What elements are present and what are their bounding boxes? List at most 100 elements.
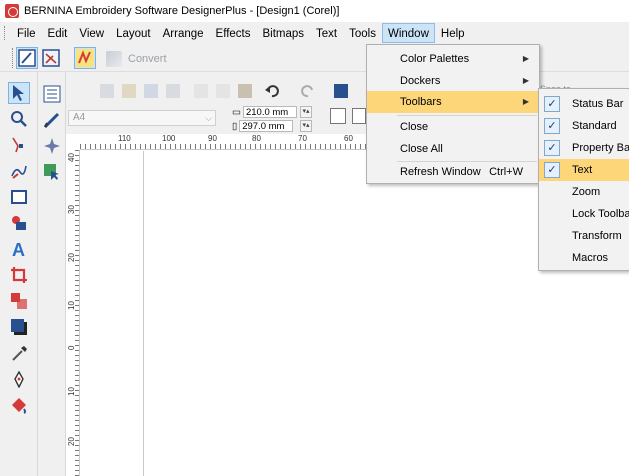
text-tool[interactable]: A: [8, 238, 30, 260]
menu-file[interactable]: File: [11, 23, 42, 43]
freehand-tool[interactable]: [8, 160, 30, 182]
menu-layout[interactable]: Layout: [110, 23, 157, 43]
chevron-down-icon: ⌵: [205, 113, 212, 123]
select-fill-tool[interactable]: [42, 162, 62, 182]
menu-item-close[interactable]: Close: [367, 116, 539, 138]
menu-item-label: Dockers: [400, 75, 441, 87]
sparkle-needle-icon: [44, 138, 60, 154]
portrait-button[interactable]: [330, 108, 346, 124]
menu-arrange[interactable]: Arrange: [157, 23, 210, 43]
copy-icon[interactable]: [216, 84, 230, 98]
pencil-tool[interactable]: [42, 110, 62, 130]
submenu-item-label: Property Bar: [572, 142, 629, 154]
toolbar-item-property-bar[interactable]: ✓ Property Bar: [539, 137, 629, 159]
width-icon: ▭: [232, 107, 241, 118]
menu-item-refresh-window[interactable]: Refresh Window Ctrl+W: [367, 161, 539, 183]
menu-bitmaps[interactable]: Bitmaps: [256, 23, 310, 43]
checkmark-icon: ✓: [544, 140, 560, 156]
import-icon[interactable]: [334, 84, 348, 98]
checkmark-icon: ✓: [544, 96, 560, 112]
menu-item-dockers[interactable]: Dockers ▶: [367, 70, 539, 92]
pick-tool[interactable]: [8, 82, 30, 104]
eyedropper-icon: [12, 346, 27, 361]
menu-tools[interactable]: Tools: [343, 23, 382, 43]
menu-edit[interactable]: Edit: [42, 23, 74, 43]
convert-label: Convert: [128, 53, 167, 65]
toolbar-item-standard[interactable]: ✓ Standard: [539, 115, 629, 137]
submenu-item-label: Lock Toolbars: [572, 208, 629, 220]
fill-tool[interactable]: [8, 394, 30, 416]
cut-icon[interactable]: [194, 84, 208, 98]
page-border: [143, 151, 144, 476]
crop-tool[interactable]: [8, 264, 30, 286]
menu-bar: File Edit View Layout Arrange Effects Bi…: [0, 22, 629, 44]
crop-icon: [11, 267, 27, 283]
print-icon[interactable]: [166, 84, 180, 98]
save-icon[interactable]: [144, 84, 158, 98]
menu-text[interactable]: Text: [310, 23, 343, 43]
ruler-label: 70: [298, 134, 307, 143]
embroidery-mode-button[interactable]: [40, 47, 62, 69]
toolbar-item-zoom[interactable]: Zoom: [539, 181, 629, 203]
ruler-label: 90: [208, 134, 217, 143]
fill-select-icon: [44, 164, 59, 180]
svg-text:A: A: [12, 240, 25, 258]
toolbar-item-text[interactable]: ✓ Text: [539, 159, 629, 181]
artwork-mode-button[interactable]: [16, 47, 38, 69]
stitch-mode-button[interactable]: [74, 47, 96, 69]
paper-size-select[interactable]: A4 ⌵: [68, 110, 216, 126]
submenu-item-label: Text: [572, 164, 593, 176]
stitch-zigzag-icon: [76, 49, 94, 67]
stitch-effect-tool[interactable]: [42, 136, 62, 156]
undo-icon[interactable]: [264, 84, 279, 98]
toolbar-item-status-bar[interactable]: ✓ Status Bar: [539, 93, 629, 115]
open-icon[interactable]: [122, 84, 136, 98]
height-spinner[interactable]: ▾▴: [300, 120, 312, 132]
ruler-label: 100: [162, 134, 176, 143]
ruler-label: 60: [344, 134, 353, 143]
paste-icon[interactable]: [238, 84, 252, 98]
new-icon[interactable]: [100, 84, 114, 98]
window-title: BERNINA Embroidery Software DesignerPlus…: [24, 5, 340, 17]
menu-item-label: Toolbars: [400, 96, 442, 108]
convert-button[interactable]: Convert: [106, 49, 167, 69]
checkmark-icon: ✓: [544, 162, 560, 178]
toolbar-item-transform[interactable]: Transform: [539, 225, 629, 247]
grid-select-icon: [43, 85, 61, 103]
paint-bucket-icon: [12, 398, 26, 414]
menu-help[interactable]: Help: [435, 23, 471, 43]
menu-item-close-all[interactable]: Close All: [367, 138, 539, 160]
menu-shortcut: Ctrl+W: [489, 166, 523, 178]
menu-window[interactable]: Window: [381, 23, 435, 43]
toolbar-item-lock-toolbars[interactable]: Lock Toolbars: [539, 203, 629, 225]
window-menu-dropdown: Color Palettes ▶ Dockers ▶ Toolbars ▶ Cl…: [366, 44, 540, 184]
zoom-tool[interactable]: [8, 108, 30, 130]
landscape-button[interactable]: [352, 108, 366, 124]
menu-item-label: Close: [400, 121, 429, 133]
page-height-input[interactable]: 297.0 mm: [239, 120, 294, 132]
menu-effects[interactable]: Effects: [210, 23, 257, 43]
page-width-field[interactable]: ▭ 210.0 mm: [232, 106, 297, 118]
menu-item-toolbars[interactable]: Toolbars ▶: [367, 91, 539, 113]
outline-tool[interactable]: [8, 368, 30, 390]
redo-icon[interactable]: [300, 84, 314, 98]
menubar-grip: [4, 26, 7, 40]
menu-view[interactable]: View: [73, 23, 110, 43]
shadow-tool[interactable]: [8, 316, 30, 338]
rectangle-tool[interactable]: [8, 186, 30, 208]
object-properties-tool[interactable]: [42, 84, 62, 104]
shape-edit-tool[interactable]: [8, 134, 30, 156]
menu-item-label: Color Palettes: [400, 53, 470, 65]
width-spinner[interactable]: ▾▴: [300, 106, 312, 118]
basic-shapes-tool[interactable]: [8, 212, 30, 234]
page-width-input[interactable]: 210.0 mm: [242, 106, 297, 118]
title-bar: BERNINA Embroidery Software DesignerPlus…: [0, 0, 629, 22]
toolbar-item-macros[interactable]: Macros: [539, 247, 629, 269]
submenu-item-label: Standard: [572, 120, 617, 132]
eyedropper-tool[interactable]: [8, 342, 30, 364]
interactive-tool[interactable]: [8, 290, 30, 312]
menu-item-color-palettes[interactable]: Color Palettes ▶: [367, 48, 539, 70]
convert-icon: [106, 51, 122, 67]
blend-icon: [11, 293, 27, 309]
page-height-field[interactable]: ▯ 297.0 mm: [232, 120, 294, 132]
